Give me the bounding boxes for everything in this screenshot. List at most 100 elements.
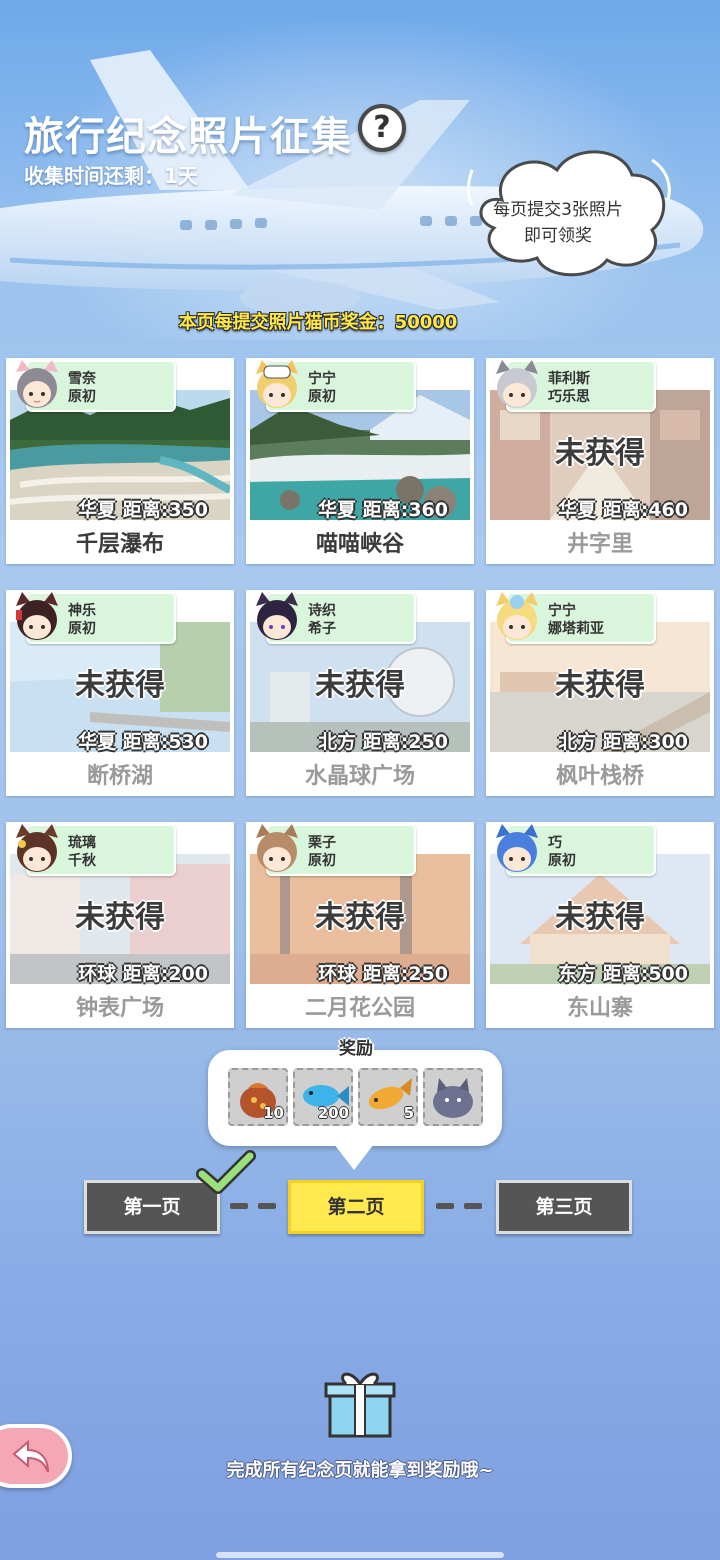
coin-bonus-text: 本页每提交照片猫币奖金：50000 xyxy=(178,312,458,333)
character-avatar-icon xyxy=(488,822,546,880)
back-button[interactable] xyxy=(0,1424,72,1488)
time-remaining-label: 收集时间还剩： xyxy=(24,164,164,188)
character-variant: 千秋 xyxy=(68,853,96,869)
photo-region: 华夏 xyxy=(78,499,117,521)
back-arrow-icon xyxy=(12,1439,49,1473)
place-name: 东山寨 xyxy=(566,996,633,1021)
place-name: 井字里 xyxy=(566,532,633,557)
time-remaining-value: 1天 xyxy=(164,164,198,188)
character-variant: 娜塔莉亚 xyxy=(548,621,604,637)
reward-item[interactable]: 200 xyxy=(293,1068,353,1126)
character-avatar-icon xyxy=(248,822,306,880)
check-icon xyxy=(196,1150,256,1194)
photo-distance-value: 距离:460 xyxy=(602,499,688,521)
character-first-name: 神乐 xyxy=(68,603,96,619)
photo-card[interactable]: 华夏 距离:360 喵喵峡谷 宁宁 原初 xyxy=(246,358,474,564)
reward-item[interactable]: 10 xyxy=(228,1068,288,1126)
photo-card[interactable]: 未获得 环球 距离:250 二月花公园 栗子 原初 xyxy=(246,822,474,1028)
photo-distance-value: 距离:250 xyxy=(362,963,448,985)
question-icon: ? xyxy=(373,110,391,145)
not-obtained-label: 未获得 xyxy=(555,900,645,935)
character-name: 诗织 希子 xyxy=(308,602,336,638)
not-obtained-label: 未获得 xyxy=(555,668,645,703)
reward-item[interactable] xyxy=(423,1068,483,1126)
character-first-name: 雪奈 xyxy=(68,371,96,387)
place-name: 水晶球广场 xyxy=(304,764,415,789)
page-connector xyxy=(230,1203,248,1209)
footer-hint: 完成所有纪念页就能拿到奖励哦~ xyxy=(226,1460,494,1481)
photo-distance: 华夏 距离:360 xyxy=(318,495,448,522)
place-name: 断桥湖 xyxy=(86,764,153,789)
character-first-name: 宁宁 xyxy=(548,603,576,619)
place-name: 枫叶栈桥 xyxy=(555,764,644,789)
not-obtained-label: 未获得 xyxy=(315,668,405,703)
gift-box-icon[interactable] xyxy=(322,1364,398,1440)
hint-cloud-text: 每页提交3张照片 即可领奖 xyxy=(470,197,646,249)
photo-distance-value: 距离:530 xyxy=(122,731,208,753)
photo-region: 华夏 xyxy=(78,731,117,753)
photo-card[interactable]: 未获得 环球 距离:200 钟表广场 琉璃 千秋 xyxy=(6,822,234,1028)
character-variant: 希子 xyxy=(308,621,336,637)
home-indicator[interactable] xyxy=(216,1552,504,1558)
photo-distance-value: 距离:350 xyxy=(122,499,208,521)
page-2-button[interactable]: 第二页 xyxy=(288,1180,424,1234)
photo-distance-value: 距离:250 xyxy=(362,731,448,753)
page-connector xyxy=(436,1203,454,1209)
page-title: 旅行纪念照片征集 xyxy=(24,114,352,160)
photo-card[interactable]: 华夏 距离:350 千层瀑布 雪奈 原初 xyxy=(6,358,234,564)
photo-card[interactable]: 未获得 北方 距离:250 水晶球广场 诗织希子 xyxy=(246,590,474,796)
photo-distance: 东方 距离:500 xyxy=(558,959,688,986)
character-first-name: 诗织 xyxy=(308,603,336,619)
reward-title: 奖励 xyxy=(339,1039,373,1059)
not-obtained-label: 未获得 xyxy=(75,668,165,703)
place-name: 二月花公园 xyxy=(304,996,415,1021)
character-name: 琉璃 千秋 xyxy=(68,834,96,870)
photo-region: 北方 xyxy=(318,731,357,753)
character-first-name: 菲利斯 xyxy=(548,371,590,387)
cat-plush-icon xyxy=(433,1078,473,1118)
hint-line-2: 即可领奖 xyxy=(524,226,592,246)
photo-distance: 北方 距离:250 xyxy=(318,727,448,754)
character-variant: 巧乐思 xyxy=(548,389,590,405)
photo-distance: 环球 距离:200 xyxy=(78,959,208,986)
character-name: 巧原初 xyxy=(548,834,576,870)
photo-distance: 华夏 距离:350 xyxy=(78,495,208,522)
character-avatar-icon xyxy=(8,358,66,416)
character-first-name: 琉璃 xyxy=(68,835,96,851)
photo-region: 华夏 xyxy=(318,499,357,521)
photo-card[interactable]: 未获得 北方 距离:300 枫叶栈桥 宁宁娜塔莉亚 xyxy=(486,590,714,796)
not-obtained-label: 未获得 xyxy=(555,436,645,471)
photo-region: 环球 xyxy=(78,963,117,985)
photo-distance: 北方 距离:300 xyxy=(558,727,688,754)
character-avatar-icon xyxy=(488,590,546,648)
photo-grid: 华夏 距离:350 千层瀑布 雪奈 原初 华夏 距离:360 喵喵峡谷 宁宁原初… xyxy=(6,358,714,1030)
photo-card[interactable]: 未获得 东方 距离:500 东山寨 巧原初 xyxy=(486,822,714,1028)
photo-distance-value: 距离:200 xyxy=(122,963,208,985)
character-variant: 原初 xyxy=(308,389,336,405)
photo-card[interactable]: 未获得 华夏 距离:530 断桥湖 神乐原初 xyxy=(6,590,234,796)
help-button[interactable]: ? xyxy=(358,104,406,152)
character-name: 宁宁 原初 xyxy=(308,370,336,406)
photo-distance-value: 距离:360 xyxy=(362,499,448,521)
character-avatar-icon xyxy=(8,590,66,648)
character-variant: 原初 xyxy=(308,853,336,869)
photo-distance: 华夏 距离:460 xyxy=(558,495,688,522)
page-3-button[interactable]: 第三页 xyxy=(496,1180,632,1234)
photo-region: 环球 xyxy=(318,963,357,985)
reward-count: 5 xyxy=(403,1104,414,1122)
character-name: 菲利斯 巧乐思 xyxy=(548,370,590,406)
photo-distance: 华夏 距离:530 xyxy=(78,727,208,754)
character-name: 宁宁 娜塔莉亚 xyxy=(548,602,604,638)
place-name: 喵喵峡谷 xyxy=(315,532,404,557)
photo-distance-value: 距离:300 xyxy=(602,731,688,753)
photo-distance: 环球 距离:250 xyxy=(318,959,448,986)
photo-region: 东方 xyxy=(558,963,597,985)
character-variant: 原初 xyxy=(68,621,96,637)
character-first-name: 巧 xyxy=(548,835,562,851)
character-first-name: 栗子 xyxy=(308,835,336,851)
photo-card[interactable]: 未获得 华夏 距离:460 井字里 菲利斯巧乐思 xyxy=(486,358,714,564)
hint-line-1: 每页提交3张照片 xyxy=(493,200,623,220)
reward-count: 10 xyxy=(263,1104,284,1122)
reward-count: 200 xyxy=(317,1104,349,1122)
reward-item[interactable]: 5 xyxy=(358,1068,418,1126)
